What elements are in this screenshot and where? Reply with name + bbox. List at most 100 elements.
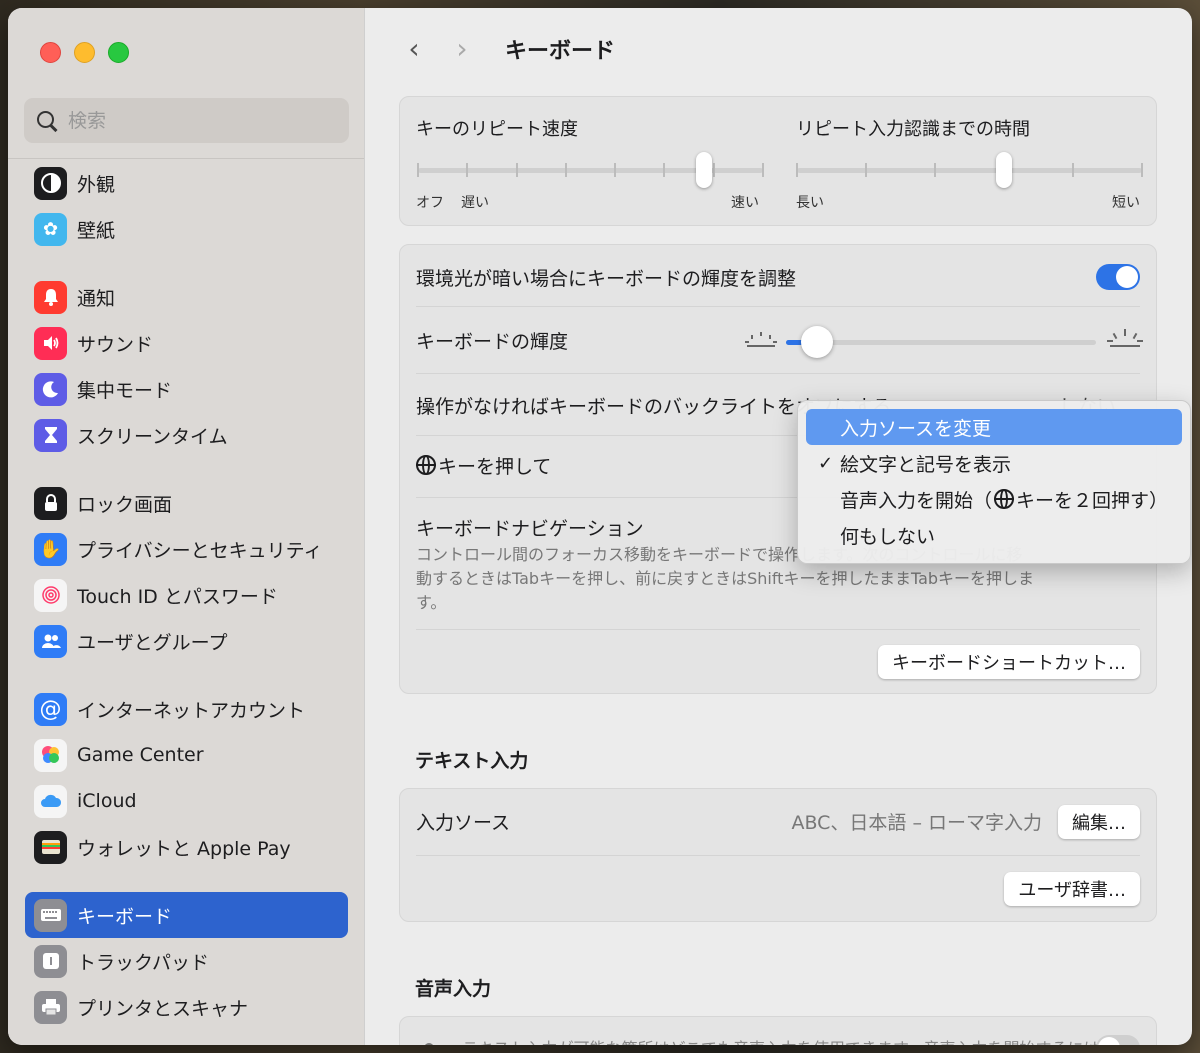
menu-item-start-dictation[interactable]: 音声入力を開始（ キーを２回押す） [806, 481, 1182, 517]
brightness-slider-thumb[interactable] [801, 326, 833, 358]
slider-tick [417, 163, 419, 177]
hourglass-icon [34, 418, 67, 452]
slider-tick [934, 163, 936, 177]
auto-brightness-toggle[interactable] [1096, 264, 1140, 290]
search-field[interactable] [24, 98, 349, 143]
delay-repeat-slider-thumb[interactable] [996, 152, 1012, 188]
brightness-label: キーボードの輝度 [416, 330, 569, 353]
appearance-icon [34, 166, 67, 200]
input-sources-row: 入力ソース ABC、日本語 – ローマ字入力 [416, 801, 1140, 841]
sidebar-item-label: 集中モード [77, 379, 173, 402]
edit-input-sources-button[interactable]: 編集… [1058, 805, 1140, 839]
brightness-high-icon [1107, 329, 1143, 347]
forward-button[interactable]: › [449, 32, 475, 65]
game-center-icon [34, 738, 67, 772]
at-icon: @ [34, 692, 67, 726]
sidebar-divider [8, 158, 364, 159]
search-icon [36, 110, 58, 132]
dictation-section-title: 音声入力 [415, 978, 492, 1000]
sidebar-item-label: プリンタとスキャナ [77, 997, 249, 1020]
search-input[interactable] [68, 109, 328, 132]
globe-key-menu: 入力ソースを変更 ✓ 絵文字と記号を表示 音声入力を開始（ キーを２回押す） 何… [797, 400, 1191, 564]
sidebar-item-sound[interactable]: サウンド [25, 320, 348, 366]
key-repeat-slow-label: 遅い [461, 195, 489, 211]
sidebar-item-label: ロック画面 [77, 493, 173, 516]
sidebar-item-label: Game Center [77, 744, 204, 766]
slider-tick [712, 163, 715, 177]
sidebar-item-label: Touch ID とパスワード [77, 585, 278, 608]
back-button[interactable]: ‹ [401, 32, 427, 65]
menu-item-change-input-source[interactable]: 入力ソースを変更 [806, 409, 1182, 445]
brightness-low-icon [745, 332, 777, 347]
sidebar-item-lock-screen[interactable]: ロック画面 [25, 480, 348, 526]
sidebar-item-printers[interactable]: プリンタとスキャナ [25, 984, 348, 1030]
sidebar-item-label: キーボード [77, 905, 173, 928]
slider-tick [663, 163, 666, 177]
sidebar-item-wallpaper[interactable]: ✿ 壁紙 [25, 206, 348, 252]
key-repeat-min-label: オフ [416, 195, 444, 211]
keyboard-icon [34, 898, 67, 932]
hand-icon: ✋ [34, 532, 67, 566]
sidebar-item-focus[interactable]: 集中モード [25, 366, 348, 412]
menu-item-show-emoji[interactable]: ✓ 絵文字と記号を表示 [806, 445, 1182, 481]
sidebar-item-privacy[interactable]: ✋ プライバシーとセキュリティ [25, 526, 348, 572]
delay-repeat-min-label: 長い [796, 195, 824, 211]
sidebar-item-label: iCloud [77, 790, 137, 812]
icloud-icon [34, 784, 67, 818]
sidebar: 外観 ✿ 壁紙 通知 サウンド [8, 8, 365, 1045]
sidebar-item-label: ウォレットと Apple Pay [77, 837, 291, 860]
sidebar-item-label: サウンド [77, 333, 154, 356]
sidebar-item-touch-id[interactable]: Touch ID とパスワード [25, 572, 348, 618]
slider-tick [762, 163, 764, 177]
zoom-button[interactable] [108, 42, 129, 63]
key-repeat-slider-thumb[interactable] [696, 152, 713, 188]
slider-tick [515, 163, 518, 177]
text-input-section-title: テキスト入力 [415, 750, 529, 772]
text-input-panel: 入力ソース ABC、日本語 – ローマ字入力 編集… ユーザ辞書… [399, 788, 1157, 922]
dictation-mic-icon [424, 1043, 434, 1045]
sidebar-item-keyboard[interactable]: キーボード [25, 892, 348, 938]
menu-item-do-nothing[interactable]: 何もしない [806, 517, 1182, 553]
sidebar-item-wallet[interactable]: ウォレットと Apple Pay [25, 824, 348, 870]
sidebar-item-internet-accounts[interactable]: @ インターネットアカウント [25, 686, 348, 732]
printer-icon [34, 990, 67, 1024]
sidebar-item-game-center[interactable]: Game Center [25, 732, 348, 778]
sound-icon [34, 326, 67, 360]
user-dictionary-button[interactable]: ユーザ辞書… [1004, 872, 1140, 906]
sidebar-item-appearance[interactable]: 外観 [25, 160, 348, 206]
page-title: キーボード [505, 38, 616, 64]
sidebar-item-screen-time[interactable]: スクリーンタイム [25, 412, 348, 458]
sidebar-nav: 外観 ✿ 壁紙 通知 サウンド 集中モード スクリーンタイム ロック画面 ✋ プ… [25, 160, 348, 1030]
input-sources-value: ABC、日本語 – ローマ字入力 [791, 811, 1042, 834]
fingerprint-icon [34, 578, 67, 612]
sidebar-item-label: ユーザとグループ [77, 631, 228, 654]
trackpad-icon [34, 944, 67, 978]
checkmark-icon: ✓ [818, 452, 834, 474]
sidebar-item-label: トラックパッド [77, 951, 210, 974]
slider-tick [865, 163, 867, 177]
wallet-icon [34, 830, 67, 864]
auto-brightness-label: 環境光が暗い場合にキーボードの輝度を調整 [416, 267, 797, 290]
globe-icon [416, 455, 436, 475]
dictation-toggle[interactable] [1096, 1035, 1140, 1045]
lock-icon [34, 486, 67, 520]
sidebar-item-label: 外観 [77, 173, 116, 196]
sidebar-item-notifications[interactable]: 通知 [25, 274, 348, 320]
sidebar-item-trackpad[interactable]: トラックパッド [25, 938, 348, 984]
sidebar-item-users[interactable]: ユーザとグループ [25, 618, 348, 664]
globe-icon [994, 489, 1015, 509]
sidebar-item-label: スクリーンタイム [77, 425, 228, 448]
close-button[interactable] [40, 42, 61, 63]
keyboard-shortcuts-button[interactable]: キーボードショートカット… [878, 645, 1140, 679]
notifications-icon [34, 280, 67, 314]
slider-tick [1072, 163, 1074, 177]
input-sources-label: 入力ソース [416, 811, 511, 834]
dictation-description: テキスト入力が可能な箇所はどこでも音声入力を使用できます。音声入力を開始するには [462, 1035, 1099, 1045]
key-repeat-max-label: 速い [731, 195, 759, 211]
toolbar: ‹ › キーボード [401, 32, 615, 65]
globe-key-label: キーを押して [438, 455, 552, 478]
sidebar-item-label: インターネットアカウント [77, 699, 306, 722]
sidebar-item-icloud[interactable]: iCloud [25, 778, 348, 824]
minimize-button[interactable] [74, 42, 95, 63]
sidebar-item-label: プライバシーとセキュリティ [77, 539, 323, 562]
